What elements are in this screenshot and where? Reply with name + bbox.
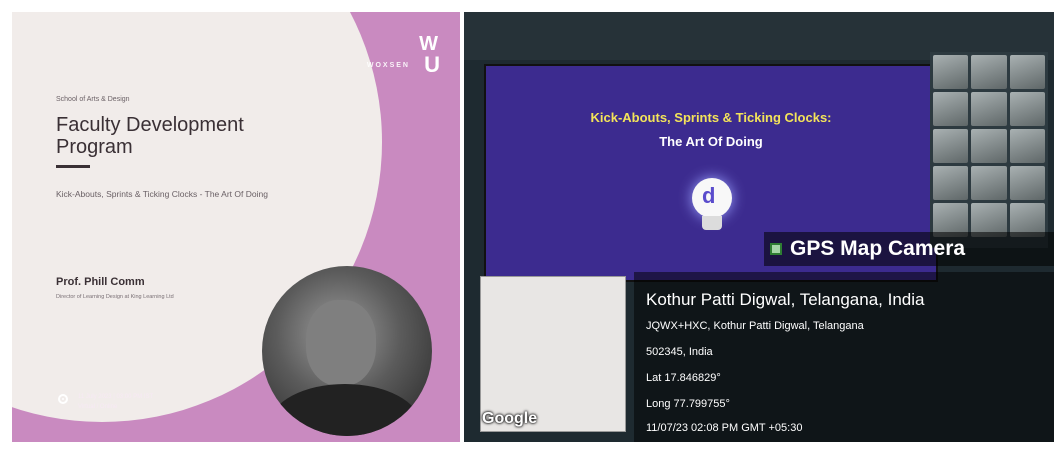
address-line1: JQWX+HXC, Kothur Patti Digwal, Telangana bbox=[646, 320, 864, 332]
participant-tile bbox=[933, 55, 969, 89]
event-poster: W U WOXSEN School of Arts & Design Facul… bbox=[12, 12, 460, 442]
participant-tile bbox=[971, 55, 1007, 89]
participant-tile bbox=[1009, 129, 1045, 163]
gps-camera-label: GPS Map Camera bbox=[764, 232, 1054, 266]
timestamp: 11/07/23 02:08 PM GMT +05:30 bbox=[646, 422, 803, 434]
woxsen-logo: W U WOXSEN bbox=[367, 33, 440, 77]
google-logo: Google bbox=[482, 410, 538, 427]
participant-tile bbox=[1009, 166, 1045, 200]
gps-camera-text: GPS Map Camera bbox=[790, 237, 966, 260]
logo-u: U bbox=[424, 52, 440, 77]
program-title: Faculty Development Program bbox=[56, 114, 244, 158]
lightbulb-base bbox=[702, 216, 722, 230]
map-thumbnail bbox=[480, 276, 626, 432]
event-date-line2: Virtual / Online bbox=[78, 404, 118, 410]
address-line2: 502345, India bbox=[646, 346, 713, 358]
participant-tile bbox=[971, 129, 1007, 163]
program-subtitle: Kick-Abouts, Sprints & Ticking Clocks - … bbox=[56, 189, 268, 199]
lightbulb-icon: d bbox=[692, 178, 732, 218]
slide-title-line2: The Art Of Doing bbox=[659, 134, 763, 149]
longitude: Long 77.799755° bbox=[646, 398, 730, 410]
speaker-shirt-shape bbox=[270, 384, 420, 436]
location-title: Kothur Patti Digwal, Telangana, India bbox=[646, 290, 925, 309]
participant-tile bbox=[971, 166, 1007, 200]
logo-w: W bbox=[419, 33, 440, 55]
latitude: Lat 17.846829° bbox=[646, 372, 721, 384]
event-date-line1: 11 July 2023 | 03:00 PM IST bbox=[78, 394, 154, 400]
speaker-role: Director of Learning Design at King Lear… bbox=[56, 294, 174, 300]
bulb-letter: d bbox=[702, 183, 716, 208]
gps-info-overlay: Kothur Patti Digwal, Telangana, India JQ… bbox=[634, 272, 1054, 442]
title-underline bbox=[56, 165, 90, 168]
participant-tile bbox=[1009, 55, 1045, 89]
participant-tile bbox=[933, 166, 969, 200]
calendar-icon bbox=[58, 394, 68, 404]
participant-tile bbox=[933, 129, 969, 163]
participant-tile bbox=[1009, 92, 1045, 126]
event-date: 11 July 2023 | 03:00 PM IST Virtual / On… bbox=[78, 392, 153, 412]
school-name: School of Arts & Design bbox=[56, 96, 130, 103]
video-participants-grid bbox=[930, 52, 1048, 248]
gps-camera-icon bbox=[770, 243, 782, 255]
logo-subtext: WOXSEN bbox=[366, 62, 410, 69]
slide-title-line1: Kick-Abouts, Sprints & Ticking Clocks: bbox=[590, 110, 832, 125]
participant-tile bbox=[933, 92, 969, 126]
speaker-name: Prof. Phill Comm bbox=[56, 276, 145, 288]
participant-tile bbox=[971, 92, 1007, 126]
speaker-photo bbox=[262, 266, 432, 436]
monitor-photo: Kick-Abouts, Sprints & Ticking Clocks: T… bbox=[464, 12, 1054, 442]
speaker-head-shape bbox=[306, 300, 376, 386]
